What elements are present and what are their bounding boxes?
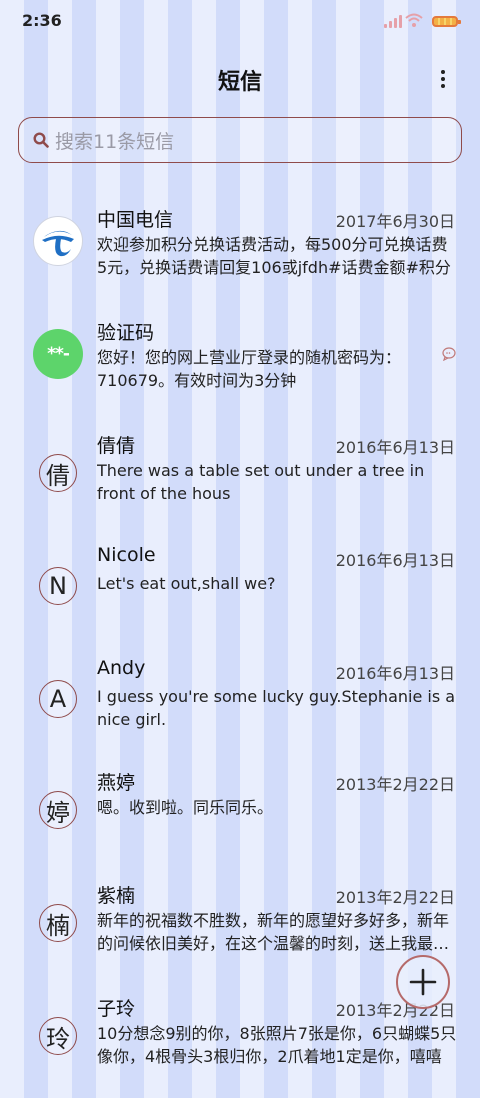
conversation-item-qianqian[interactable]: 倩 倩倩 2016年6月13日 There was a table set ou…	[0, 422, 480, 535]
message-date: 2016年6月13日	[335, 438, 455, 457]
page-title: 短信	[217, 70, 262, 95]
search-bar[interactable]	[18, 117, 462, 163]
message-preview: There was a table set out under a tree i…	[97, 461, 425, 503]
search-input[interactable]	[53, 126, 447, 158]
message-date: 2013年2月22日	[335, 775, 455, 794]
message-date: 2013年2月22日	[335, 888, 455, 907]
conversation-item-verification-code[interactable]: **- 验证码 您好！您的网上营业厅登录的随机密码为：710679。有效时间为3…	[0, 309, 480, 422]
search-icon	[33, 132, 49, 148]
contact-avatar: 婷	[39, 791, 77, 829]
wifi-icon	[405, 13, 423, 27]
new-message-button[interactable]	[396, 955, 450, 1009]
contact-avatar: N	[39, 567, 77, 605]
contact-avatar: A	[39, 680, 77, 718]
contact-avatar: 玲	[39, 1017, 77, 1055]
contact-name: Nicole	[97, 544, 156, 566]
conversation-item-nicole[interactable]: N Nicole 2016年6月13日 Let's eat out,shall …	[0, 535, 480, 648]
message-preview: 您好！您的网上营业厅登录的随机密码为：710679。有效时间为3分钟	[97, 348, 402, 390]
conversation-item-china-telecom[interactable]: 中国电信 2017年6月30日 欢迎参加积分兑换话费活动，每500分可兑换话费5…	[0, 196, 480, 309]
message-date: 2017年6月30日	[335, 212, 455, 231]
contact-name: 中国电信	[97, 209, 174, 231]
status-bar: 2:36	[0, 0, 480, 44]
battery-icon	[432, 16, 461, 27]
status-time: 2:36	[22, 11, 62, 30]
more-options-icon[interactable]	[430, 66, 456, 92]
message-preview: Let's eat out,shall we?	[97, 574, 276, 593]
conversation-item-yanting[interactable]: 婷 燕婷 2013年2月22日 嗯。收到啦。同乐同乐。	[0, 759, 480, 872]
plus-icon	[409, 968, 437, 996]
signal-icon	[384, 14, 402, 28]
message-date: 2016年6月13日	[335, 664, 455, 683]
message-preview: 10分想念9别的你，8张照片7张是你，6只蝴蝶5只像你，4根骨头3根归你，2爪着…	[97, 1024, 457, 1066]
contact-name: 倩倩	[97, 435, 136, 457]
message-preview: I guess you're some lucky guy.Stephanie …	[97, 687, 456, 729]
conversation-item-andy[interactable]: A Andy 2016年6月13日 I guess you're some lu…	[0, 648, 480, 759]
contact-name: 验证码	[97, 322, 155, 344]
contact-avatar: 倩	[39, 454, 77, 492]
contact-name: Andy	[97, 657, 146, 679]
contact-avatar: 楠	[39, 904, 77, 942]
verification-code-avatar: **-	[33, 329, 83, 379]
message-date: 2016年6月13日	[335, 551, 455, 570]
message-preview: 欢迎参加积分兑换话费活动，每500分可兑换话费5元，兑换话费请回复106或jfd…	[97, 235, 451, 277]
contact-name: 紫楠	[97, 885, 136, 907]
message-preview: 嗯。收到啦。同乐同乐。	[97, 798, 274, 817]
contact-name: 燕婷	[97, 772, 136, 794]
contact-name: 子玲	[97, 998, 136, 1020]
message-preview: 新年的祝福数不胜数，新年的愿望好多好多，新年的问候依旧美好，在这个温馨的时刻，送…	[97, 911, 450, 953]
telecom-logo-icon	[33, 216, 83, 266]
